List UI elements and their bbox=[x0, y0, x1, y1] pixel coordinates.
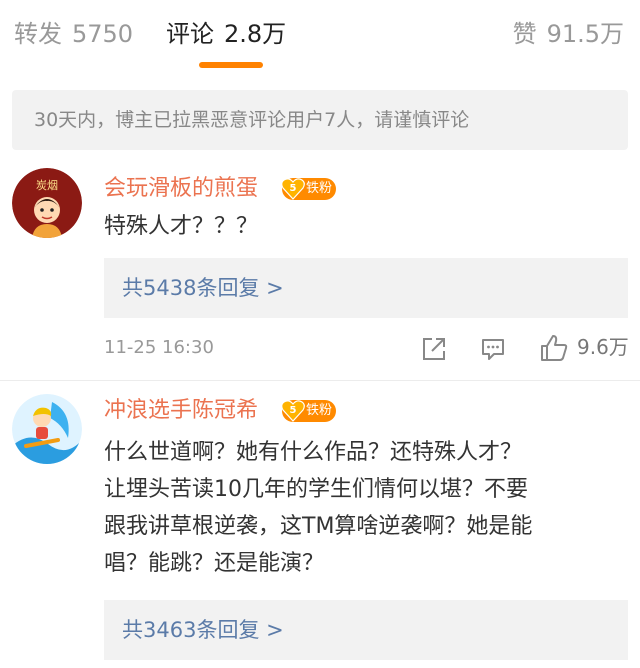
tab-likes-count: 91.5万 bbox=[546, 20, 624, 48]
avatar-label: 炭烟 bbox=[36, 178, 58, 192]
thumbs-up-icon[interactable] bbox=[539, 333, 569, 363]
replies-label: 共3463条回复 > bbox=[122, 618, 284, 642]
comment-text: 特殊人才？？？ bbox=[104, 214, 259, 239]
replies-button[interactable]: 共3463条回复 > bbox=[104, 600, 628, 660]
tab-repost-count: 5750 bbox=[72, 20, 134, 48]
replies-label: 共5438条回复 > bbox=[122, 276, 284, 300]
username[interactable]: 冲浪选手陈冠希 bbox=[104, 396, 258, 426]
comment-text: 什么世道啊？她有什么作品？还特殊人才？ 让埋头苦读10几年的学生们情何以堪？不要… bbox=[104, 434, 630, 582]
fan-badge: 5 铁粉 bbox=[281, 178, 336, 200]
comment-text-line: 让埋头苦读10几年的学生们情何以堪？不要 bbox=[104, 477, 528, 502]
comment-text-line: 唱？能跳？还是能演？ bbox=[104, 551, 325, 576]
like-count: 9.6万 bbox=[577, 335, 629, 359]
badge-label: 铁粉 bbox=[306, 181, 333, 196]
avatar-image: 炭烟 bbox=[12, 168, 82, 238]
block-notice-text: 30天内，博主已拉黑恶意评论用户7人，请谨慎评论 bbox=[34, 109, 470, 131]
tab-comments[interactable]: 评论 2.8万 bbox=[166, 18, 286, 50]
active-tab-indicator bbox=[199, 62, 263, 68]
comment-text-line: 跟我讲草根逆袭，这TM算啥逆袭啊？她是能 bbox=[104, 514, 533, 539]
avatar[interactable]: 炭烟 bbox=[12, 168, 82, 238]
comment-timestamp: 11-25 16:30 bbox=[104, 337, 214, 358]
heart-badge-icon: 5 bbox=[281, 400, 305, 422]
replies-button[interactable]: 共5438条回复 > bbox=[104, 258, 628, 318]
share-icon[interactable] bbox=[421, 336, 447, 362]
username[interactable]: 会玩滑板的煎蛋 bbox=[104, 174, 258, 204]
avatar[interactable] bbox=[12, 394, 82, 464]
badge-label: 铁粉 bbox=[306, 403, 333, 418]
divider bbox=[0, 380, 640, 381]
comment-icon[interactable] bbox=[480, 336, 506, 362]
tab-bar: 转发 5750 评论 2.8万 赞 91.5万 bbox=[0, 0, 640, 74]
heart-badge-icon: 5 bbox=[281, 178, 305, 200]
tab-repost[interactable]: 转发 5750 bbox=[14, 18, 133, 50]
badge-level: 5 bbox=[290, 183, 297, 194]
tab-comments-count: 2.8万 bbox=[224, 20, 287, 48]
comment-text-line: 什么世道啊？她有什么作品？还特殊人才？ bbox=[104, 440, 523, 465]
tab-repost-label: 转发 bbox=[14, 20, 62, 48]
tab-comments-label: 评论 bbox=[166, 20, 214, 48]
fan-badge: 5 铁粉 bbox=[281, 400, 336, 422]
tab-likes[interactable]: 赞 91.5万 bbox=[513, 18, 624, 50]
block-notice: 30天内，博主已拉黑恶意评论用户7人，请谨慎评论 bbox=[12, 90, 628, 150]
avatar-image bbox=[12, 394, 82, 464]
badge-level: 5 bbox=[290, 405, 297, 416]
tab-likes-label: 赞 bbox=[512, 20, 537, 48]
